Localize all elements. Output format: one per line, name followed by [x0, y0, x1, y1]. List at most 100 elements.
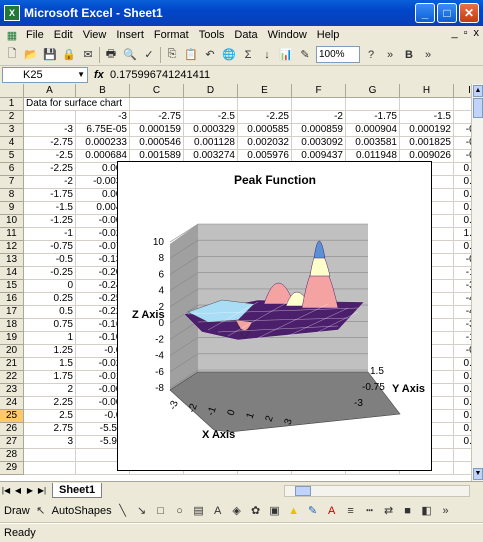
row-header[interactable]: 19 — [0, 332, 24, 345]
cell-i16[interactable]: -4.5 — [454, 293, 471, 306]
cell-e2[interactable]: -2.25 — [238, 111, 292, 124]
excel-app-icon[interactable]: X — [4, 5, 20, 21]
close-button[interactable]: ✕ — [459, 3, 479, 23]
cell-h2[interactable]: -1.5 — [400, 111, 454, 124]
column-header-e[interactable]: E — [238, 84, 292, 98]
row-header[interactable]: 7 — [0, 176, 24, 189]
formatting-options-icon[interactable]: » — [420, 47, 436, 63]
scroll-up-icon[interactable]: ▲ — [473, 85, 483, 97]
cell-a26[interactable]: 2.75 — [24, 423, 76, 436]
cell-i4[interactable]: -0.0 — [454, 137, 471, 150]
cell-a25[interactable]: 2.5 — [24, 410, 76, 423]
cell-h3[interactable]: 0.000192 — [400, 124, 454, 137]
font-color-icon[interactable]: A — [324, 503, 340, 519]
cell-d3[interactable]: 0.000329 — [184, 124, 238, 137]
cell-i20[interactable]: -0.5 — [454, 345, 471, 358]
chart-wizard-icon[interactable]: 📊 — [278, 47, 294, 63]
row-header[interactable]: 6 — [0, 163, 24, 176]
column-header-h[interactable]: H — [400, 84, 454, 98]
cell-a3[interactable]: -3 — [24, 124, 76, 137]
title-bar[interactable]: X Microsoft Excel - Sheet1 _ □ ✕ — [0, 0, 483, 26]
cell-d2[interactable]: -2.5 — [184, 111, 238, 124]
row-header[interactable]: 18 — [0, 319, 24, 332]
doc-restore-button[interactable]: ▫ — [464, 27, 468, 39]
cell-i12[interactable]: 0.94 — [454, 241, 471, 254]
menu-data[interactable]: Data — [230, 29, 261, 41]
cell-c4[interactable]: 0.000546 — [130, 137, 184, 150]
row-header[interactable]: 11 — [0, 228, 24, 241]
rectangle-icon[interactable]: □ — [153, 503, 169, 519]
permission-icon[interactable]: 🔒 — [61, 47, 77, 63]
cell-b1[interactable] — [76, 98, 130, 111]
cell-e3[interactable]: 0.000585 — [238, 124, 292, 137]
cell-h1[interactable] — [400, 98, 454, 111]
column-header-g[interactable]: G — [346, 84, 400, 98]
row-header[interactable]: 4 — [0, 137, 24, 150]
diagram-icon[interactable]: ◈ — [229, 503, 245, 519]
arrow-icon[interactable]: ↘ — [134, 503, 150, 519]
name-box[interactable]: K25 ▼ — [2, 67, 88, 83]
menu-window[interactable]: Window — [264, 29, 311, 41]
select-all-corner[interactable] — [0, 84, 24, 98]
print-preview-icon[interactable]: 🔍 — [122, 47, 138, 63]
column-header-d[interactable]: D — [184, 84, 238, 98]
cell-a22[interactable]: 1.75 — [24, 371, 76, 384]
cell-i3[interactable]: -0.0 — [454, 124, 471, 137]
scroll-down-icon[interactable]: ▼ — [473, 468, 483, 480]
row-header[interactable]: 3 — [0, 124, 24, 137]
row-header[interactable]: 28 — [0, 449, 24, 462]
horizontal-scrollbar[interactable] — [284, 485, 470, 497]
cell-a5[interactable]: -2.5 — [24, 150, 76, 163]
cell-a13[interactable]: -0.5 — [24, 254, 76, 267]
cell-i13[interactable]: -0.0 — [454, 254, 471, 267]
cell-d1[interactable] — [184, 98, 238, 111]
cell-i7[interactable]: 0.05 — [454, 176, 471, 189]
cell-i23[interactable]: 0.22 — [454, 384, 471, 397]
row-header[interactable]: 24 — [0, 397, 24, 410]
cell-i10[interactable]: 0.90 — [454, 215, 471, 228]
autoshapes-menu[interactable]: AutoShapes — [52, 505, 112, 517]
prev-sheet-icon[interactable]: ◀ — [12, 486, 24, 495]
row-header[interactable]: 8 — [0, 189, 24, 202]
cell-a24[interactable]: 2.25 — [24, 397, 76, 410]
toolbar-options-icon[interactable]: » — [438, 503, 454, 519]
sheet-tab-sheet1[interactable]: Sheet1 — [52, 483, 103, 498]
cell-f4[interactable]: 0.003092 — [292, 137, 346, 150]
cell-i29[interactable] — [454, 462, 471, 475]
first-sheet-icon[interactable]: |◀ — [0, 486, 12, 495]
workbook-icon[interactable]: ▦ — [4, 27, 20, 43]
autosum-icon[interactable]: Σ — [240, 47, 256, 63]
row-header[interactable]: 13 — [0, 254, 24, 267]
cell-d4[interactable]: 0.001128 — [184, 137, 238, 150]
sort-ascending-icon[interactable]: ↓ — [259, 47, 275, 63]
cell-i22[interactable]: 0.26 — [454, 371, 471, 384]
paste-icon[interactable]: 📋 — [183, 47, 199, 63]
row-header[interactable]: 2 — [0, 111, 24, 124]
row-header[interactable]: 1 — [0, 98, 24, 111]
row-header[interactable]: 15 — [0, 280, 24, 293]
menu-insert[interactable]: Insert — [112, 29, 148, 41]
column-header-f[interactable]: F — [292, 84, 346, 98]
cell-a9[interactable]: -1.5 — [24, 202, 76, 215]
cell-e4[interactable]: 0.002032 — [238, 137, 292, 150]
cell-g1[interactable] — [346, 98, 400, 111]
menu-help[interactable]: Help — [313, 29, 344, 41]
zoom-select[interactable]: 100% — [316, 46, 360, 63]
vertical-scrollbar[interactable]: ▲ ▼ — [471, 84, 483, 481]
cell-a8[interactable]: -1.75 — [24, 189, 76, 202]
row-header[interactable]: 12 — [0, 241, 24, 254]
column-header-a[interactable]: A — [24, 84, 76, 98]
menu-view[interactable]: View — [79, 29, 111, 41]
cell-i5[interactable]: -0.0 — [454, 150, 471, 163]
menu-file[interactable]: File — [22, 29, 48, 41]
cell-i14[interactable]: -1.8 — [454, 267, 471, 280]
cell-a10[interactable]: -1.25 — [24, 215, 76, 228]
fill-color-icon[interactable]: ▲ — [286, 503, 302, 519]
cell-i27[interactable]: 0.00 — [454, 436, 471, 449]
scroll-thumb[interactable] — [473, 98, 483, 118]
cell-a14[interactable]: -0.25 — [24, 267, 76, 280]
3d-icon[interactable]: ◧ — [419, 503, 435, 519]
menu-format[interactable]: Format — [150, 29, 193, 41]
hscroll-thumb[interactable] — [295, 486, 311, 496]
toolbar-options-icon[interactable]: » — [382, 47, 398, 63]
